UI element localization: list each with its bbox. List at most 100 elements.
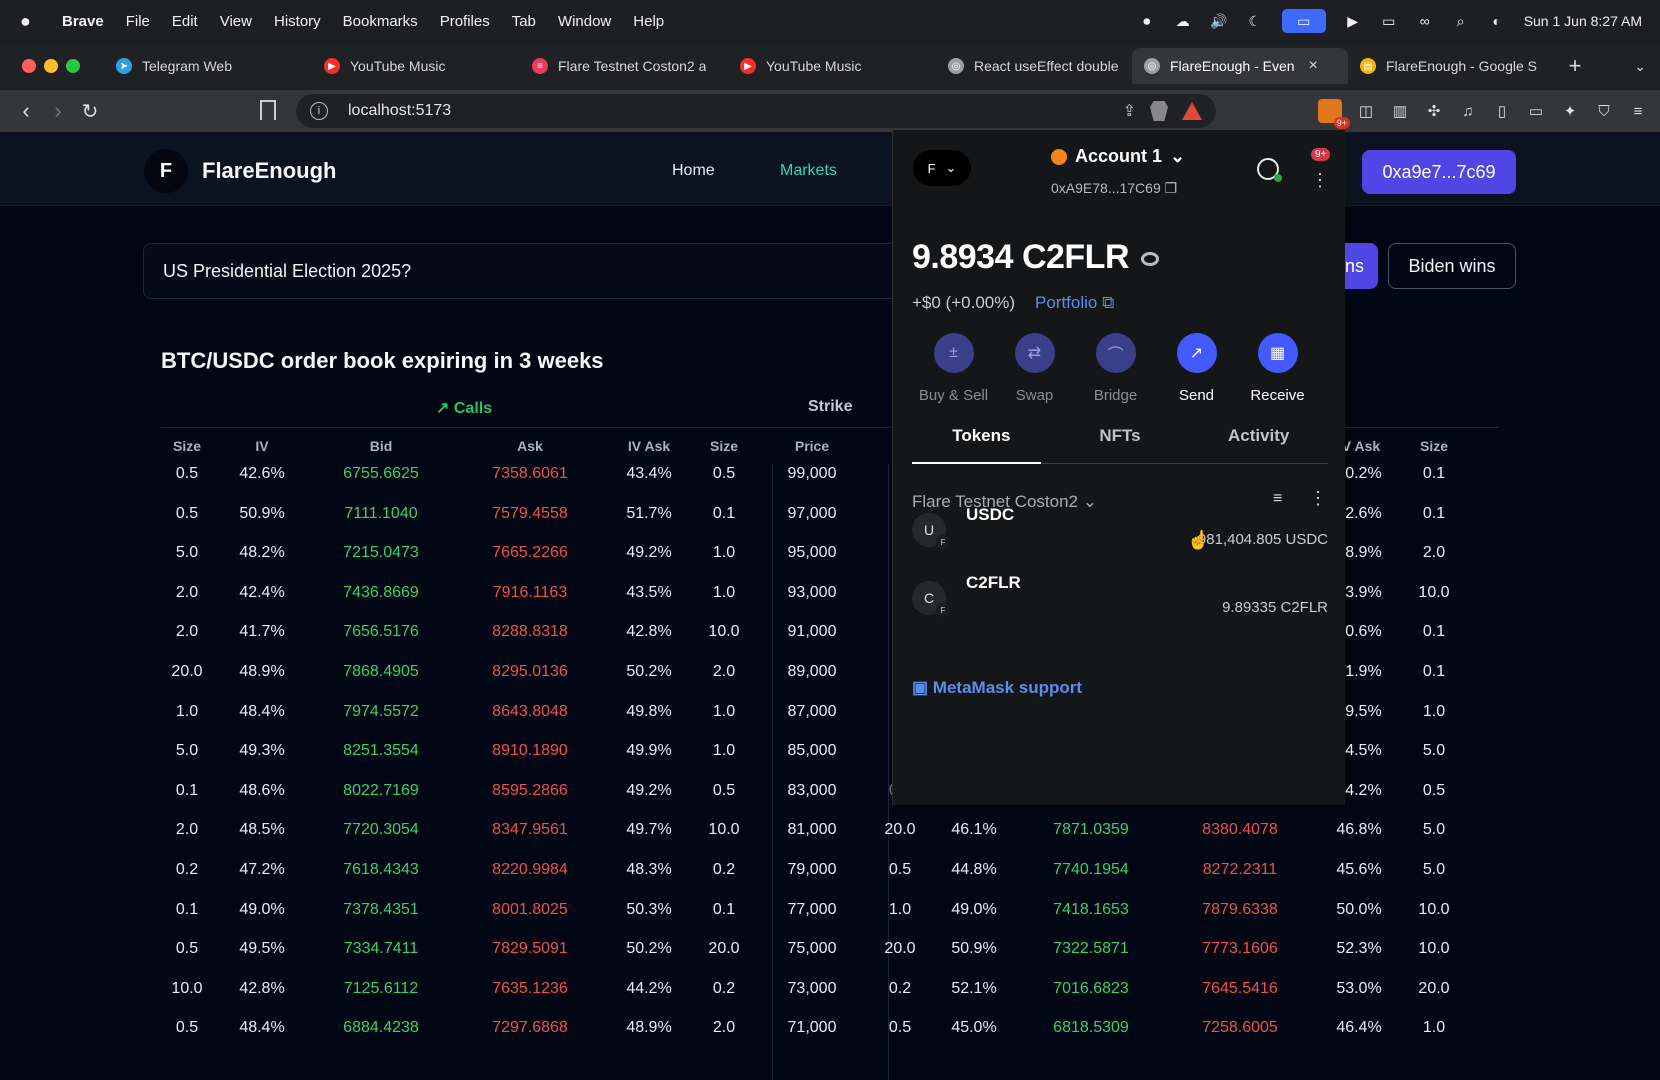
record-icon[interactable]: ⏺: [1138, 12, 1156, 30]
wallet-tab-nfts[interactable]: NFTs: [1051, 420, 1190, 463]
network-selector[interactable]: F ⌄: [913, 150, 971, 186]
orderbook-cell[interactable]: 8295.0136: [492, 663, 568, 681]
menu-icon[interactable]: ≡: [1628, 101, 1648, 121]
orderbook-cell[interactable]: 93,000: [788, 584, 837, 602]
portfolio-link-text[interactable]: Portfolio: [1035, 293, 1097, 312]
orderbook-cell[interactable]: 83,000: [788, 782, 837, 800]
battery-icon[interactable]: ▭: [1380, 12, 1398, 30]
hide-balance-icon[interactable]: [1141, 252, 1159, 266]
weather-icon[interactable]: ☁: [1174, 12, 1192, 30]
bookmark-icon[interactable]: [260, 100, 276, 120]
orderbook-cell[interactable]: 0.5: [176, 465, 198, 483]
menu-app-name[interactable]: Brave: [62, 13, 104, 30]
orderbook-cell[interactable]: 7436.8669: [343, 584, 419, 602]
orderbook-cell[interactable]: 0.1: [713, 505, 735, 523]
orderbook-cell[interactable]: 43.4%: [626, 465, 671, 483]
orderbook-cell[interactable]: 0.5: [176, 505, 198, 523]
brave-shields-icon[interactable]: [1150, 101, 1168, 121]
token-name[interactable]: C2FLR: [966, 573, 1021, 593]
action-icon[interactable]: ▦: [1257, 333, 1298, 373]
orderbook-cell[interactable]: 0.5: [889, 861, 911, 879]
browser-tab[interactable]: ▶ YouTube Music: [728, 48, 936, 84]
orderbook-cell[interactable]: 7378.4351: [343, 901, 419, 919]
url-text[interactable]: localhost:5173: [348, 102, 451, 120]
orderbook-cell[interactable]: 44.8%: [951, 861, 996, 879]
orderbook-cell[interactable]: 7879.6338: [1202, 901, 1278, 919]
orderbook-cell[interactable]: 8288.8318: [492, 623, 568, 641]
orderbook-cell[interactable]: 8251.3554: [343, 742, 419, 760]
orderbook-cell[interactable]: 75,000: [788, 940, 837, 958]
orderbook-cell[interactable]: 10.0: [1418, 940, 1449, 958]
orderbook-cell[interactable]: 45.0%: [951, 1019, 996, 1037]
orderbook-cell[interactable]: 73,000: [788, 980, 837, 998]
nav-home[interactable]: Home: [672, 162, 715, 180]
orderbook-cell[interactable]: 49.2%: [626, 544, 671, 562]
orderbook-cell[interactable]: 8022.7169: [343, 782, 419, 800]
orderbook-cell[interactable]: 0.5: [1423, 782, 1445, 800]
orderbook-cell[interactable]: 48.2%: [239, 544, 284, 562]
orderbook-cell[interactable]: 1.0: [176, 703, 198, 721]
leo-ai-icon[interactable]: ✦: [1560, 101, 1580, 121]
orderbook-cell[interactable]: 8272.2311: [1203, 861, 1277, 879]
menu-item-profiles[interactable]: Profiles: [440, 13, 490, 30]
tab-title[interactable]: Telegram Web: [142, 58, 232, 74]
tab-title[interactable]: React useEffect double: [974, 58, 1119, 74]
browser-tab[interactable]: ◎ FlareEnough - Even ×: [1132, 48, 1348, 84]
brave-rewards-icon[interactable]: [1182, 102, 1202, 120]
action-buy-sell[interactable]: ± Buy & Sell: [913, 333, 994, 404]
outcome-biden-wins-button[interactable]: Biden wins: [1388, 243, 1516, 289]
orderbook-cell[interactable]: 95,000: [788, 544, 837, 562]
new-tab-button[interactable]: +: [1560, 53, 1590, 79]
orderbook-cell[interactable]: 0.1: [1423, 505, 1445, 523]
orderbook-cell[interactable]: 6755.6625: [343, 465, 419, 483]
orderbook-cell[interactable]: 77,000: [788, 901, 837, 919]
orderbook-cell[interactable]: 49.3%: [239, 742, 284, 760]
orderbook-cell[interactable]: 50.3%: [626, 901, 671, 919]
account-selector[interactable]: Account 1 ⌄: [1051, 146, 1185, 167]
orderbook-cell[interactable]: 20.0: [1418, 980, 1449, 998]
orderbook-cell[interactable]: 1.0: [713, 742, 735, 760]
orderbook-cell[interactable]: 7297.6868: [492, 1019, 568, 1037]
portfolio-link[interactable]: Portfolio ⧉: [1035, 293, 1114, 313]
wallet-icon[interactable]: ▭: [1526, 101, 1546, 121]
orderbook-cell[interactable]: 0.1: [1423, 465, 1445, 483]
action-label[interactable]: Swap: [994, 387, 1075, 404]
wallet-address-button[interactable]: 0xa9e7...7c69: [1362, 150, 1516, 194]
orderbook-cell[interactable]: 7125.6112: [344, 980, 418, 998]
orderbook-cell[interactable]: 8910.1890: [492, 742, 568, 760]
forward-button[interactable]: ›: [42, 98, 74, 124]
orderbook-cell[interactable]: 7258.6005: [1202, 1019, 1278, 1037]
action-label[interactable]: Receive: [1237, 387, 1318, 404]
wallet-tab-tokens[interactable]: Tokens: [912, 420, 1051, 464]
orderbook-cell[interactable]: 7111.1040: [344, 505, 417, 523]
menu-item-bookmarks[interactable]: Bookmarks: [343, 13, 418, 30]
orderbook-cell[interactable]: 7871.0359: [1053, 821, 1129, 839]
orderbook-cell[interactable]: 50.9%: [951, 940, 996, 958]
orderbook-cell[interactable]: 97,000: [788, 505, 837, 523]
orderbook-cell[interactable]: 7635.1236: [492, 980, 568, 998]
action-swap[interactable]: ⇄ Swap: [994, 333, 1075, 404]
orderbook-cell[interactable]: 2.0: [176, 821, 198, 839]
orderbook-cell[interactable]: 1.0: [1423, 703, 1445, 721]
orderbook-cell[interactable]: 99,000: [788, 465, 837, 483]
orderbook-cell[interactable]: 87,000: [788, 703, 837, 721]
orderbook-cell[interactable]: 85,000: [788, 742, 837, 760]
orderbook-cell[interactable]: 46.8%: [1336, 821, 1381, 839]
orderbook-cell[interactable]: 7665.2266: [492, 544, 568, 562]
orderbook-cell[interactable]: 7016.6823: [1053, 980, 1129, 998]
orderbook-cell[interactable]: 8643.8048: [492, 703, 568, 721]
orderbook-cell[interactable]: 2.0: [713, 1019, 735, 1037]
orderbook-cell[interactable]: 0.2: [176, 861, 198, 879]
orderbook-cell[interactable]: 8347.9561: [492, 821, 568, 839]
zoom-window-button[interactable]: [66, 59, 80, 73]
orderbook-cell[interactable]: 0.5: [889, 1019, 911, 1037]
orderbook-cell[interactable]: 49.2%: [626, 782, 671, 800]
metamask-extension-icon[interactable]: 9+: [1318, 99, 1350, 129]
share-icon[interactable]: ⇪: [1123, 101, 1136, 121]
orderbook-cell[interactable]: 7358.6061: [492, 465, 568, 483]
orderbook-cell[interactable]: 42.4%: [239, 584, 284, 602]
orderbook-cell[interactable]: 51.7%: [626, 505, 671, 523]
reload-button[interactable]: ↻: [74, 99, 106, 124]
orderbook-cell[interactable]: 50.9%: [239, 505, 284, 523]
action-bridge[interactable]: ⌒ Bridge: [1075, 333, 1156, 404]
